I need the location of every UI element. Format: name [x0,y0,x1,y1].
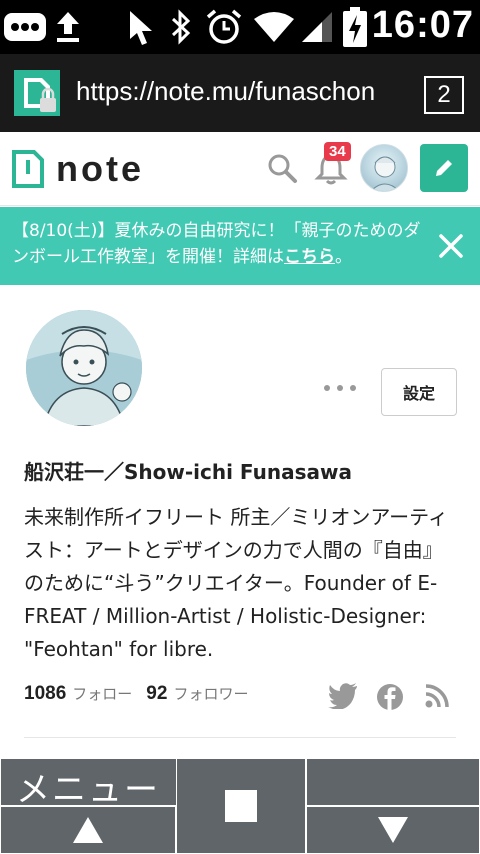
section-divider [24,737,456,738]
notification-badge[interactable]: 34 [324,142,351,161]
banner-message: 【8/10(土)】夏休みの自由研究に！「親子のためのダンボール工作教室」を開催！… [12,221,421,267]
scroll-up-button[interactable] [0,806,176,854]
wifi-icon [252,0,296,54]
followers-count[interactable]: 92 [146,683,167,705]
notification-dots-icon [0,0,50,54]
browser-url-bar: https://note.mu/funaschon 2 [0,54,480,132]
rss-icon[interactable] [424,683,454,711]
blank-cell[interactable] [306,758,480,806]
status-bar: 16:07 [0,0,480,54]
stop-button[interactable] [176,758,306,854]
profile-bio: 未来制作所イフリート 所主／ミリオンアーティスト：アートとデザインの力で人間の『… [24,505,448,661]
battery-charging-icon [340,0,370,54]
announcement-banner: 【8/10(土)】夏休みの自由研究に！「親子のためのダンボール工作教室」を開催！… [0,207,480,285]
user-avatar[interactable] [360,144,408,192]
banner-text: 【8/10(土)】夏休みの自由研究に！「親子のためのダンボール工作教室」を開催！… [12,218,422,270]
following-count[interactable]: 1086 [24,683,66,705]
logo-text: note [56,148,144,189]
profile-section: 設定 船沢荘一／Show-ichi Funasawa 未来制作所イフリート 所主… [0,285,480,755]
triangle-up-icon [73,817,103,843]
search-icon[interactable] [266,152,298,184]
followers-label[interactable]: フォロワー [173,683,248,704]
banner-period: 。 [335,247,352,267]
scroll-down-button[interactable] [306,806,480,854]
note-logo-icon [12,150,44,188]
settings-button[interactable]: 設定 [381,368,457,416]
signal-icon [298,0,336,54]
more-options-icon[interactable] [324,380,356,396]
alarm-icon [204,0,244,54]
follow-stats: 1086 フォロー 92 フォロワー [24,683,262,705]
pencil-icon [436,160,452,176]
cursor-icon [124,0,158,54]
banner-link[interactable]: こちら [284,247,335,267]
status-clock: 16:07 [371,4,474,46]
note-logo[interactable]: note [12,148,144,190]
close-icon[interactable] [434,229,468,263]
menu-label: メニュー [16,770,160,810]
twitter-icon[interactable] [328,683,358,711]
post-button[interactable] [420,144,468,192]
site-header: note 34 [0,132,480,206]
profile-avatar[interactable] [26,310,142,426]
bluetooth-icon [166,0,196,54]
site-lock-icon[interactable] [14,70,60,116]
triangle-down-icon [378,817,408,843]
url-text[interactable]: https://note.mu/funaschon [76,76,375,107]
following-label[interactable]: フォロー [72,683,132,704]
facebook-icon[interactable] [376,683,406,711]
profile-name: 船沢荘一／Show-ichi Funasawa [24,460,352,484]
upload-icon [54,0,82,54]
square-icon [225,790,257,822]
tab-count-button[interactable]: 2 [424,76,464,114]
